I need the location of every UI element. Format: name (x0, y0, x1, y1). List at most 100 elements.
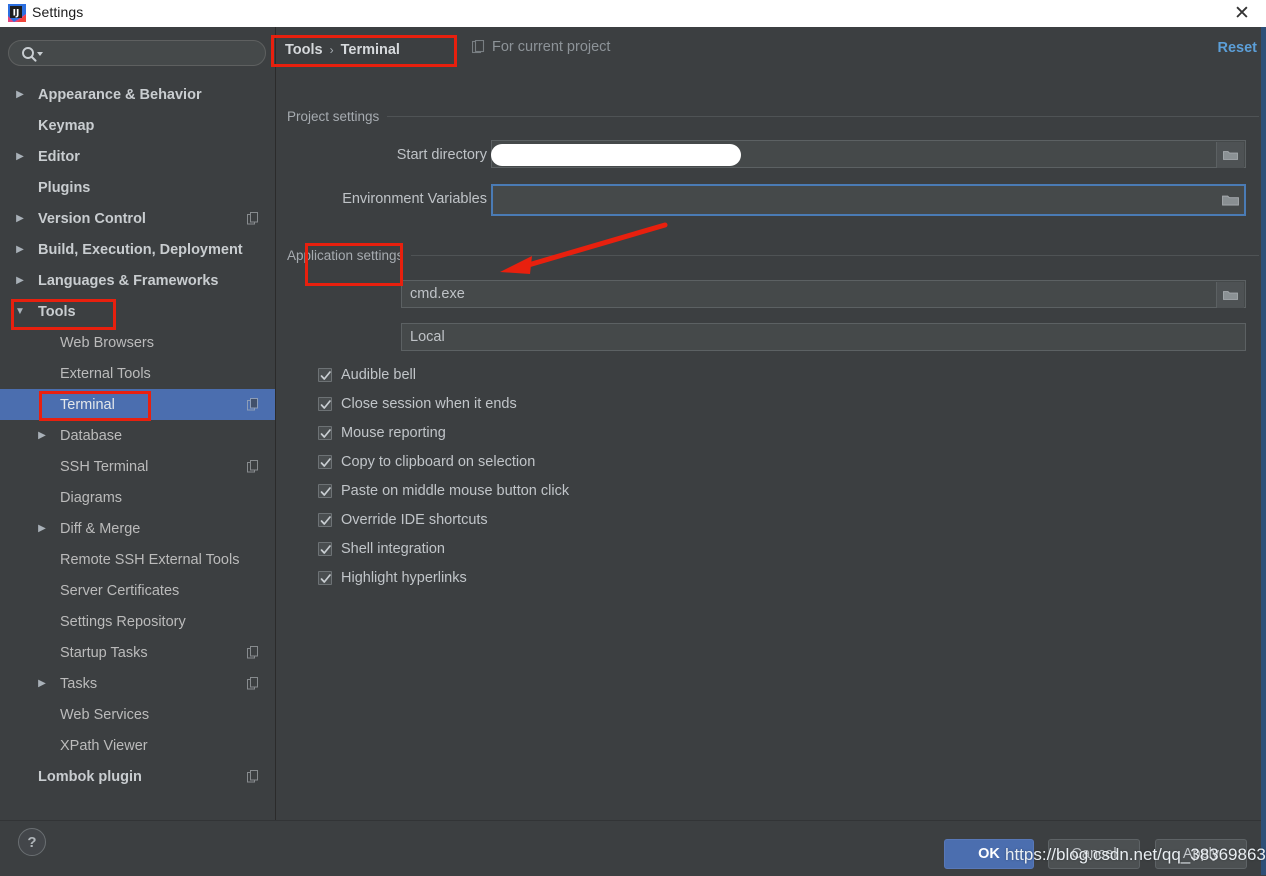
checkbox-shell-integration[interactable]: Shell integration (318, 534, 569, 563)
tab-name-field[interactable]: Local (401, 323, 1246, 351)
shell-path-field[interactable]: cmd.exe (401, 280, 1246, 308)
sidebar-item-appearance-behavior[interactable]: ▶ Appearance & Behavior (0, 79, 275, 110)
sidebar-item-label: Plugins (38, 179, 91, 196)
sidebar-item-languages-frameworks[interactable]: ▶ Languages & Frameworks (0, 265, 275, 296)
chevron-right-icon[interactable]: ▶ (14, 275, 26, 287)
sidebar-item-diff-merge[interactable]: ▶ Diff & Merge (0, 513, 275, 544)
checkbox-input[interactable] (318, 454, 332, 469)
checkmark-icon (320, 544, 331, 554)
sidebar-item-tools[interactable]: ▼ Tools (0, 296, 275, 327)
project-scope-icon (247, 398, 258, 411)
sidebar-item-version-control[interactable]: ▶ Version Control (0, 203, 275, 234)
sidebar-item-label: Diff & Merge (60, 520, 141, 537)
checkbox-label: Shell integration (341, 540, 445, 557)
project-scope-icon (247, 677, 258, 690)
start-directory-browse-button[interactable] (1216, 142, 1244, 168)
checkbox-audible-bell[interactable]: Audible bell (318, 360, 569, 389)
chevron-right-icon[interactable]: ▶ (36, 430, 48, 442)
sidebar-item-editor[interactable]: ▶ Editor (0, 141, 275, 172)
project-settings-title: Project settings (287, 109, 380, 124)
chevron-right-icon[interactable]: ▶ (14, 89, 26, 101)
checkbox-input[interactable] (318, 512, 332, 527)
sidebar-item-external-tools[interactable]: External Tools (0, 358, 275, 389)
checkbox-input[interactable] (318, 396, 332, 411)
sidebar-item-label: Languages & Frameworks (38, 272, 219, 289)
checkbox-highlight-hyperlinks[interactable]: Highlight hyperlinks (318, 563, 569, 592)
close-icon[interactable]: ✕ (1228, 2, 1256, 24)
sidebar-item-label: Startup Tasks (60, 644, 148, 661)
for-current-project-label: For current project (492, 39, 611, 55)
window-title: Settings (32, 4, 84, 20)
sidebar-item-label: XPath Viewer (60, 737, 148, 754)
reset-link[interactable]: Reset (1218, 40, 1258, 56)
chevron-down-icon[interactable]: ▼ (14, 306, 26, 318)
search-input[interactable] (47, 41, 261, 67)
sidebar-item-terminal[interactable]: Terminal (0, 389, 275, 420)
terminal-options-list[interactable]: Audible bell Close session when it ends Mo… (318, 360, 569, 592)
sidebar-item-label: Version Control (38, 210, 146, 227)
sidebar-item-label: Remote SSH External Tools (60, 551, 240, 568)
chevron-right-icon[interactable]: ▶ (14, 151, 26, 163)
chevron-right-icon[interactable]: ▶ (36, 523, 48, 535)
search-box[interactable] (8, 40, 266, 67)
sidebar-item-settings-repository[interactable]: Settings Repository (0, 606, 275, 637)
sidebar-item-label: Settings Repository (60, 613, 186, 630)
checkbox-label: Copy to clipboard on selection (341, 453, 536, 470)
breadcrumb-current: Terminal (340, 42, 400, 58)
checkbox-mouse-reporting[interactable]: Mouse reporting (318, 418, 569, 447)
checkbox-input[interactable] (318, 541, 332, 556)
environment-variables-browse-button[interactable] (1216, 186, 1244, 214)
checkbox-input[interactable] (318, 425, 332, 440)
chevron-right-icon[interactable]: ▶ (36, 678, 48, 690)
section-divider (387, 116, 1259, 117)
checkbox-copy-to-clipboard-on-selection[interactable]: Copy to clipboard on selection (318, 447, 569, 476)
chevron-right-icon[interactable]: ▶ (14, 213, 26, 225)
sidebar-item-xpath-viewer[interactable]: XPath Viewer (0, 730, 275, 761)
sidebar-item-build-execution-deployment[interactable]: ▶ Build, Execution, Deployment (0, 234, 275, 265)
ok-button[interactable]: OK (944, 839, 1034, 869)
checkbox-label: Paste on middle mouse button click (341, 482, 570, 499)
checkbox-close-session-when-it-ends[interactable]: Close session when it ends (318, 389, 569, 418)
sidebar-item-label: Tasks (60, 675, 98, 692)
application-settings-header: Application settings (287, 248, 1259, 263)
project-scope-icon (247, 770, 258, 783)
sidebar-item-web-browsers[interactable]: Web Browsers (0, 327, 275, 358)
sidebar-item-label: Keymap (38, 117, 95, 134)
section-divider (411, 255, 1259, 256)
sidebar-item-label: SSH Terminal (60, 458, 149, 475)
sidebar-item-startup-tasks[interactable]: Startup Tasks (0, 637, 275, 668)
cancel-button[interactable]: Cancel (1048, 839, 1140, 869)
breadcrumb-parent[interactable]: Tools (285, 42, 323, 58)
breadcrumb-separator-icon: › (329, 43, 334, 57)
intellij-idea-icon: IJ (8, 4, 26, 22)
shell-path-browse-button[interactable] (1216, 282, 1244, 308)
sidebar-item-tasks[interactable]: ▶ Tasks (0, 668, 275, 699)
sidebar-item-database[interactable]: ▶ Database (0, 420, 275, 451)
checkbox-input[interactable] (318, 367, 332, 382)
chevron-right-icon[interactable]: ▶ (14, 244, 26, 256)
sidebar-item-remote-ssh-external-tools[interactable]: Remote SSH External Tools (0, 544, 275, 575)
environment-variables-field[interactable] (491, 184, 1246, 216)
sidebar-item-lombok-plugin[interactable]: Lombok plugin (0, 761, 275, 792)
sidebar-item-web-services[interactable]: Web Services (0, 699, 275, 730)
checkmark-icon (320, 486, 331, 496)
checkbox-label: Audible bell (341, 366, 416, 383)
help-button[interactable]: ? (18, 828, 46, 856)
checkbox-input[interactable] (318, 570, 332, 585)
sidebar-item-ssh-terminal[interactable]: SSH Terminal (0, 451, 275, 482)
sidebar-item-server-certificates[interactable]: Server Certificates (0, 575, 275, 606)
project-scope-icon (247, 646, 258, 659)
sidebar-item-plugins[interactable]: Plugins (0, 172, 275, 203)
sidebar-item-keymap[interactable]: Keymap (0, 110, 275, 141)
checkbox-override-ide-shortcuts[interactable]: Override IDE shortcuts (318, 505, 569, 534)
breadcrumb: Tools › Terminal (285, 39, 400, 61)
checkbox-input[interactable] (318, 483, 332, 498)
start-directory-field[interactable] (491, 140, 1246, 168)
sidebar-item-label: External Tools (60, 365, 151, 382)
settings-tree[interactable]: ▶ Appearance & Behavior Keymap ▶ Editor Plugi… (0, 79, 275, 820)
sidebar-item-diagrams[interactable]: Diagrams (0, 482, 275, 513)
sidebar-item-label: Lombok plugin (38, 768, 142, 785)
apply-button[interactable]: Apply (1155, 839, 1247, 869)
checkbox-paste-on-middle-mouse-button-click[interactable]: Paste on middle mouse button click (318, 476, 569, 505)
dialog-footer: ? OK Cancel Apply (0, 820, 1266, 876)
